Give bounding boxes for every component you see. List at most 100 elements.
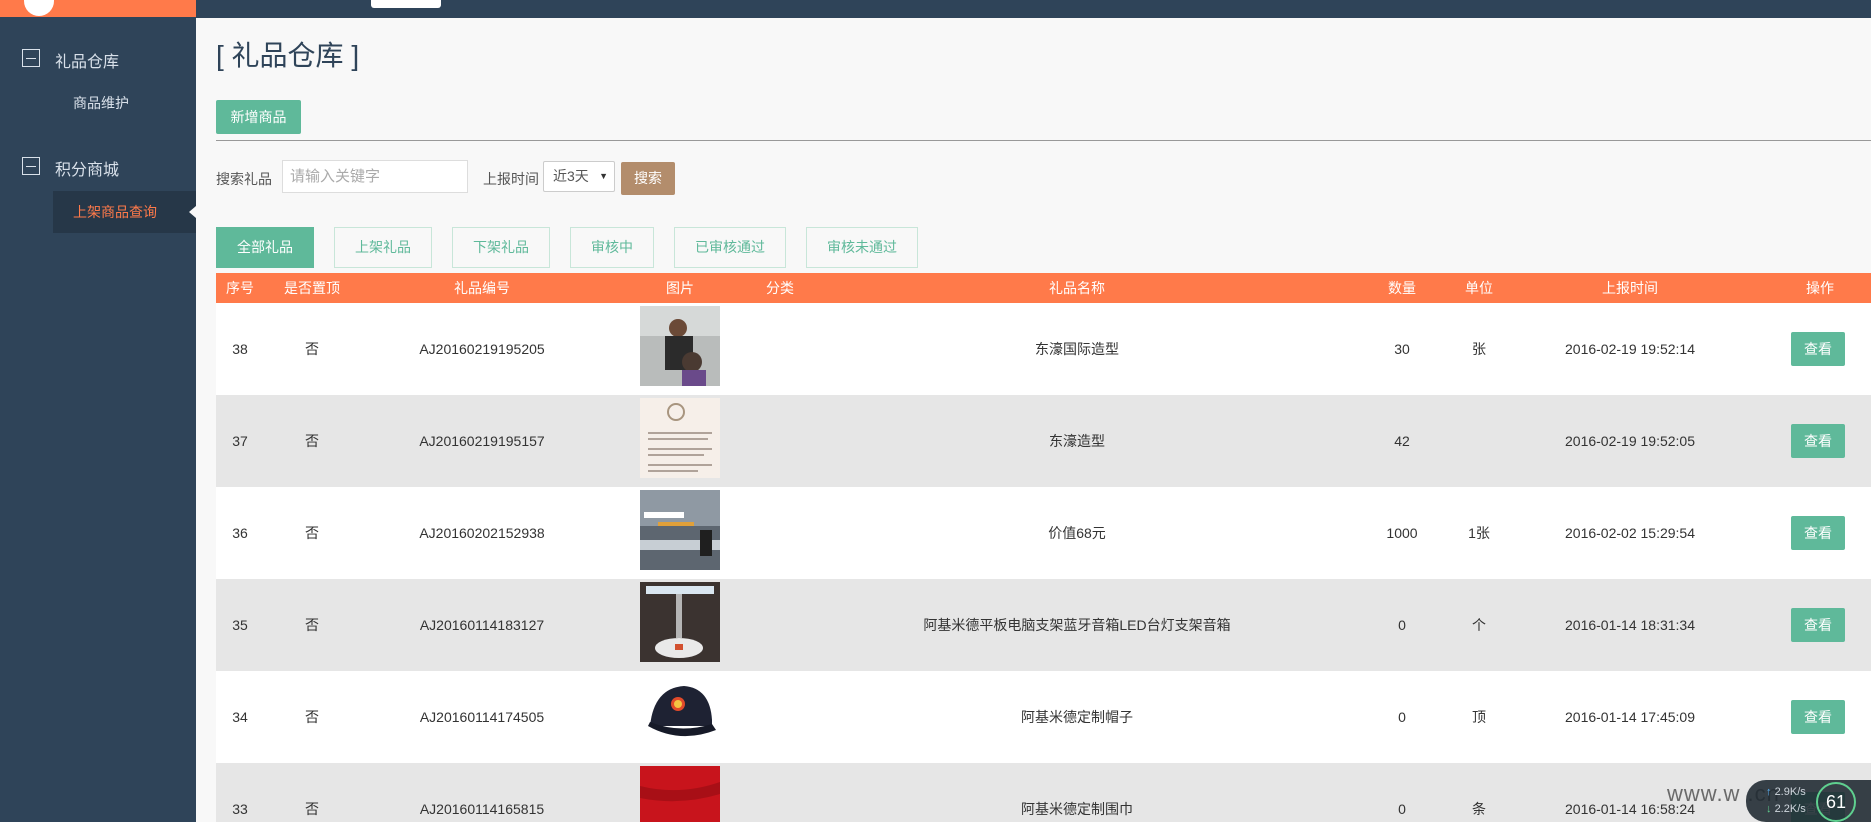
download-speed: 2.2K/s [1766,803,1806,815]
tab-delisted-gifts[interactable]: 下架礼品 [452,227,550,268]
column-header-quantity: 数量 [1388,280,1416,296]
search-input[interactable] [282,160,468,193]
cell-unit: 个 [1472,617,1486,633]
chevron-down-icon: ▼ [599,171,608,181]
cell-gift-code: AJ20160114174505 [419,709,545,725]
cell-report-time: 2016-01-14 18:31:34 [1565,617,1695,633]
cell-gift-name: 东濠造型 [1049,433,1105,449]
sidebar: 礼品仓库 商品维护 积分商城 上架商品查询 [0,0,196,822]
cell-gift-code: AJ20160114165815 [419,801,545,817]
cell-gift-name: 阿基米德平板电脑支架蓝牙音箱LED台灯支架音箱 [923,617,1231,633]
tab-review-passed[interactable]: 已审核通过 [674,227,786,268]
tab-review-failed[interactable]: 审核未通过 [806,227,918,268]
table-header: 序号 是否置顶 礼品编号 图片 分类 礼品名称 数量 单位 上报时间 操作 [216,273,1871,303]
table-row: 35 否 AJ20160114183127 阿基米德平板电脑支架蓝牙音箱LED台… [216,579,1871,671]
cell-quantity: 0 [1398,801,1406,817]
product-thumbnail[interactable] [640,582,720,662]
view-button[interactable]: 查看 [1791,424,1845,458]
report-time-select[interactable]: 近3天 ▼ [543,161,615,192]
column-header-unit: 单位 [1465,280,1493,296]
cell-no: 33 [232,801,248,817]
cell-pinned: 否 [305,709,319,725]
search-label: 搜索礼品 [216,171,272,187]
search-button[interactable]: 搜索 [621,162,675,195]
sidebar-group-gift-warehouse[interactable]: 礼品仓库 [0,43,196,73]
usage-percent: 61 [1816,782,1856,822]
collapse-icon[interactable] [22,157,40,175]
top-nav-tab[interactable] [371,0,441,8]
cell-report-time: 2016-02-19 19:52:05 [1565,433,1695,449]
column-header-action: 操作 [1806,280,1834,296]
cell-quantity: 42 [1394,433,1410,449]
collapse-icon[interactable] [22,49,40,67]
sidebar-item-label: 商品维护 [73,95,129,111]
product-thumbnail[interactable] [640,766,720,822]
cell-pinned: 否 [305,801,319,817]
table-row: 33 否 AJ20160114165815 阿基米德定制围巾 0 条 2016-… [216,763,1871,822]
gift-table: 序号 是否置顶 礼品编号 图片 分类 礼品名称 数量 单位 上报时间 操作 38… [216,273,1871,822]
column-header-gift-name: 礼品名称 [1049,280,1105,296]
network-speed-widget[interactable]: 2.9K/s 2.2K/s 61 [1746,780,1871,822]
logo-bar [0,0,196,17]
cell-gift-name: 东濠国际造型 [1035,341,1119,357]
cell-unit: 条 [1472,801,1486,817]
cell-unit: 顶 [1472,709,1486,725]
table-row: 38 否 AJ20160219195205 东濠国际造型 30 张 2016-0… [216,303,1871,395]
view-button[interactable]: 查看 [1791,700,1845,734]
cell-no: 36 [232,525,248,541]
main-content: [ 礼品仓库 ] 新增商品 搜索礼品 上报时间 近3天 ▼ 搜索 全部礼品 上架… [196,18,1871,822]
sidebar-item-label: 上架商品查询 [73,204,157,220]
sidebar-group-label: 积分商城 [55,162,120,179]
cell-unit: 1张 [1468,525,1490,541]
tab-listed-gifts[interactable]: 上架礼品 [334,227,432,268]
cell-pinned: 否 [305,433,319,449]
tab-all-gifts[interactable]: 全部礼品 [216,227,314,268]
cell-pinned: 否 [305,341,319,357]
cell-gift-code: AJ20160114183127 [419,617,545,633]
cell-gift-name: 价值68元 [1048,525,1106,541]
upload-speed: 2.9K/s [1766,786,1806,798]
cell-unit: 张 [1472,341,1486,357]
sidebar-group-points-mall[interactable]: 积分商城 [0,151,196,181]
column-header-image: 图片 [666,280,694,296]
cell-no: 37 [232,433,248,449]
cell-no: 38 [232,341,248,357]
report-time-value: 近3天 [553,168,589,184]
view-button[interactable]: 查看 [1791,516,1845,550]
cell-report-time: 2016-01-14 17:45:09 [1565,709,1695,725]
cell-gift-name: 阿基米德定制围巾 [1021,801,1133,817]
view-button[interactable]: 查看 [1791,608,1845,642]
table-row: 36 否 AJ20160202152938 价值68元 1000 1张 2016… [216,487,1871,579]
cell-report-time: 2016-02-02 15:29:54 [1565,525,1695,541]
cell-quantity: 30 [1394,341,1410,357]
column-header-report-time: 上报时间 [1602,280,1658,296]
page-title: [ 礼品仓库 ] [216,40,360,71]
cell-quantity: 1000 [1386,525,1418,541]
product-thumbnail[interactable] [640,306,720,386]
cell-pinned: 否 [305,525,319,541]
cell-quantity: 0 [1398,709,1406,725]
cell-gift-code: AJ20160219195205 [419,341,545,357]
column-header-no: 序号 [226,280,254,296]
product-thumbnail[interactable] [640,490,720,570]
sidebar-item-listed-products-query[interactable]: 上架商品查询 [53,191,196,233]
cell-quantity: 0 [1398,617,1406,633]
tab-under-review[interactable]: 审核中 [570,227,654,268]
column-header-category: 分类 [766,280,794,296]
divider [216,140,1871,141]
column-header-pinned: 是否置顶 [284,280,340,296]
sidebar-group-label: 礼品仓库 [55,54,120,71]
top-navbar [196,0,1871,18]
product-thumbnail[interactable] [640,674,720,754]
cell-gift-name: 阿基米德定制帽子 [1021,709,1133,725]
view-button[interactable]: 查看 [1791,332,1845,366]
table-row: 34 否 AJ20160114174505 阿基米德定制帽子 0 顶 2016-… [216,671,1871,763]
report-time-label: 上报时间 [483,171,539,187]
sidebar-item-product-maintenance[interactable]: 商品维护 [53,82,196,124]
cell-no: 34 [232,709,248,725]
logo-icon[interactable] [24,0,54,16]
cell-pinned: 否 [305,617,319,633]
product-thumbnail[interactable] [640,398,720,478]
table-row: 37 否 AJ20160219195157 东濠造型 42 2016-02-19… [216,395,1871,487]
add-product-button[interactable]: 新增商品 [216,100,301,134]
